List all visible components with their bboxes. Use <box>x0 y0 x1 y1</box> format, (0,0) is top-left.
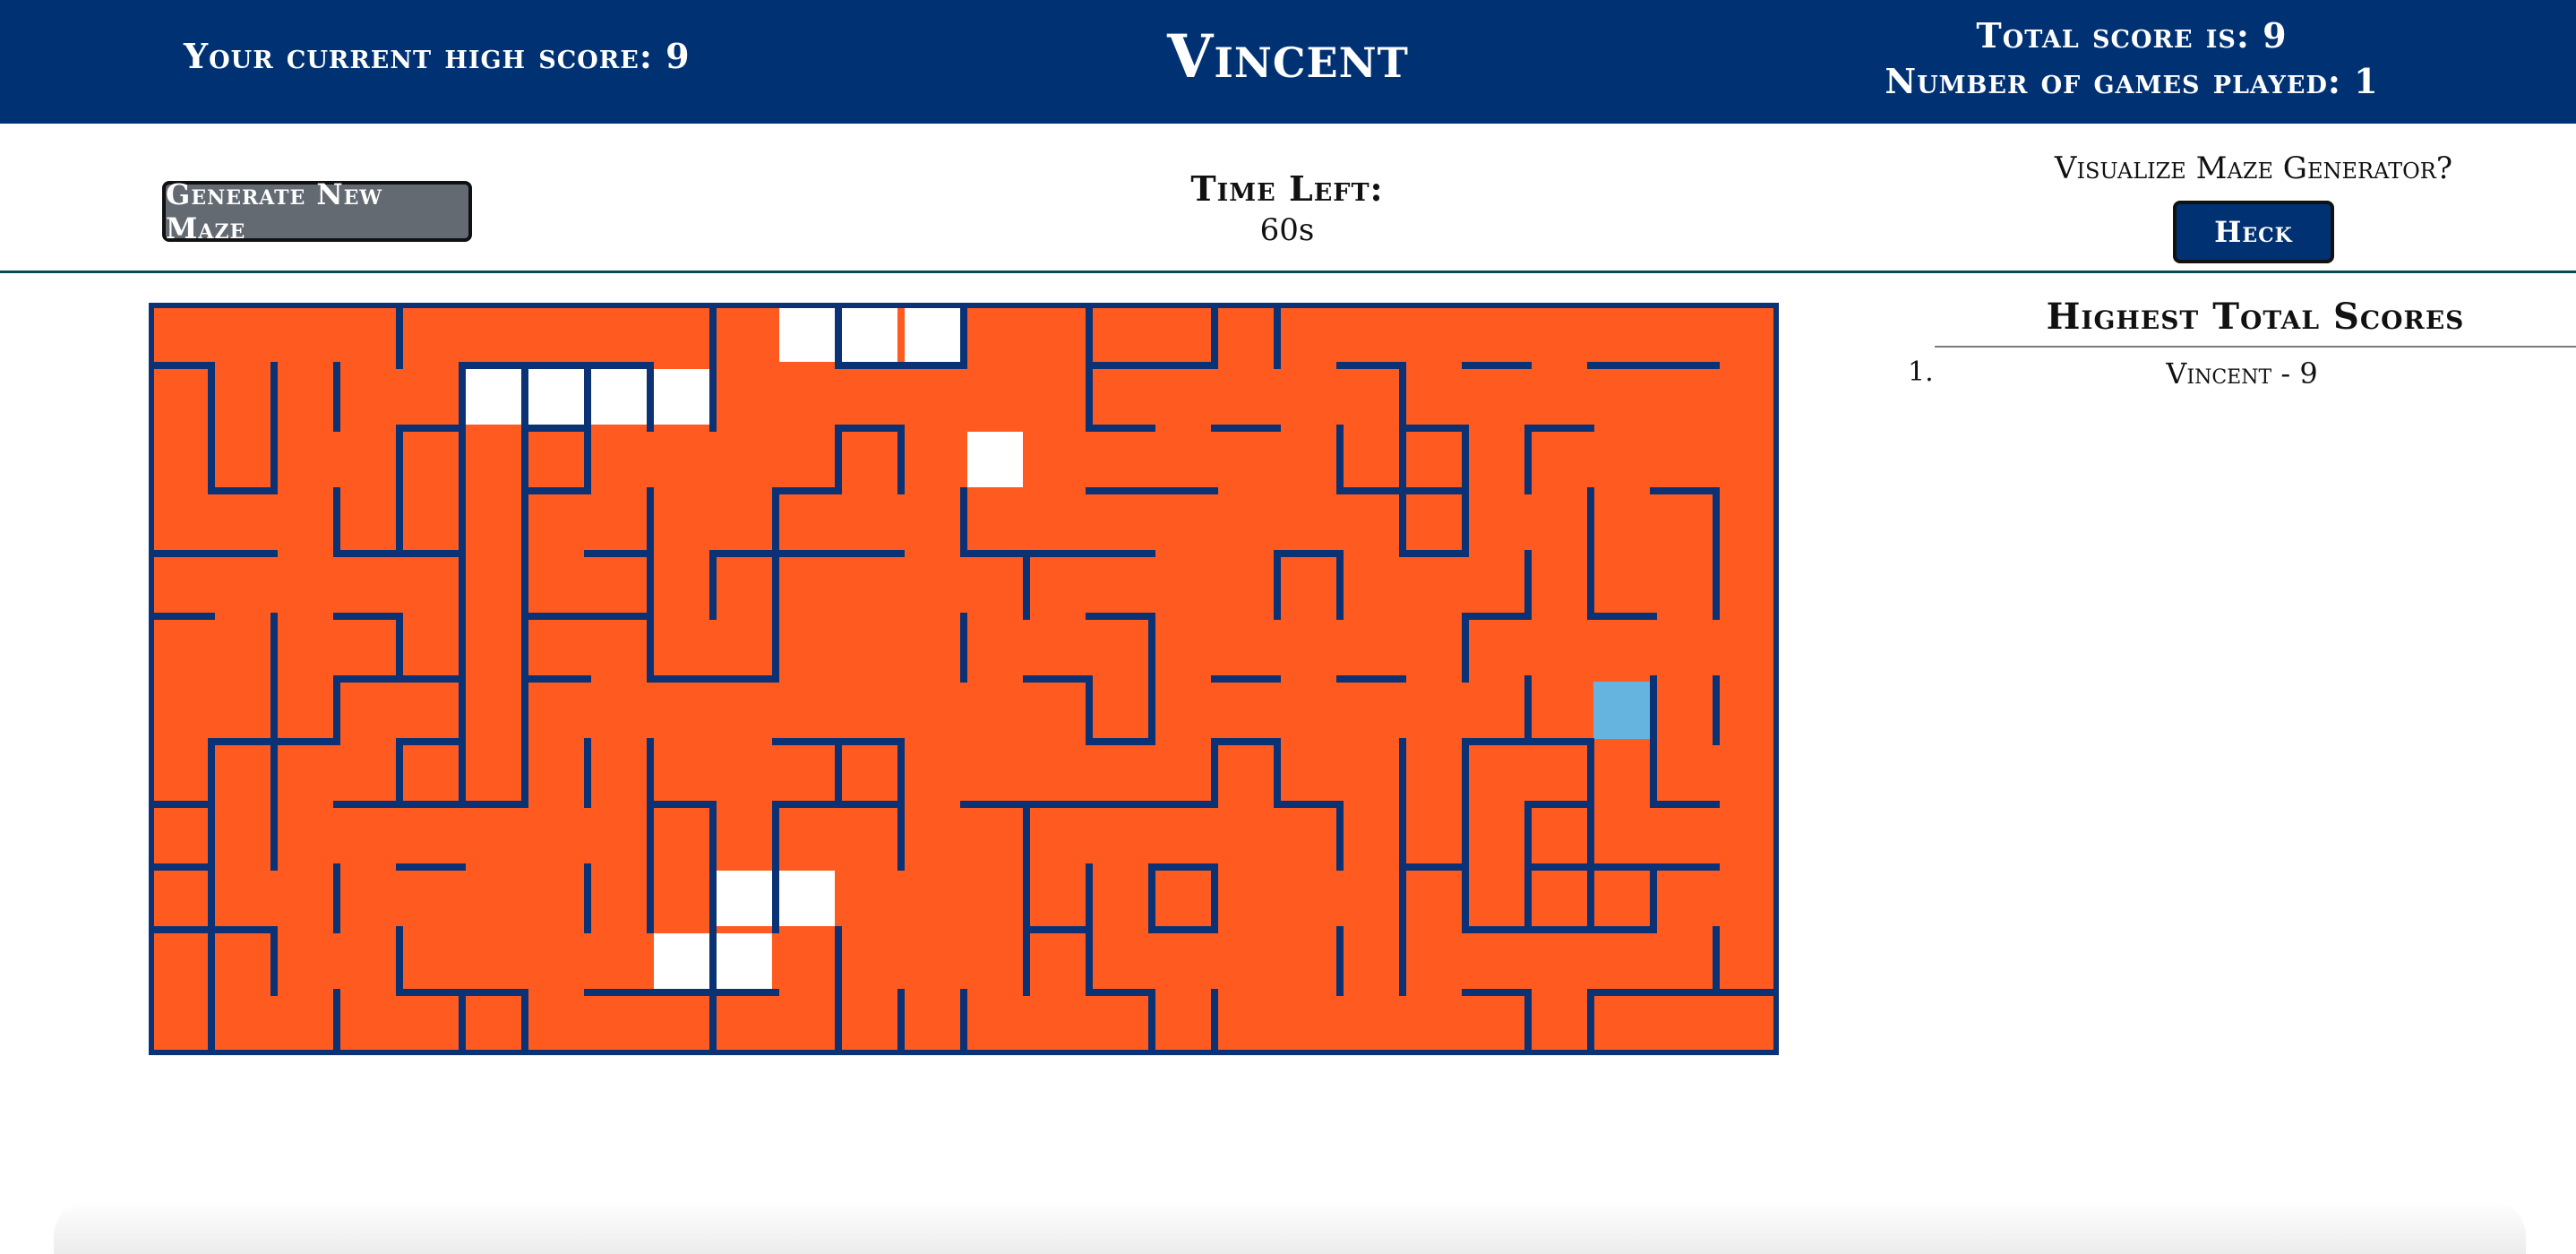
visualize-question: Visualize Maze Generator? <box>2054 150 2453 186</box>
visited-cell <box>466 369 521 425</box>
timer: Time Left: 60s <box>1103 168 1471 248</box>
heck-yes-button[interactable]: Heck Yes! <box>2173 201 2334 305</box>
visited-cell <box>717 871 772 926</box>
maze-board[interactable] <box>149 303 1779 1055</box>
visualize-panel: Visualize Maze Generator? Heck Yes! <box>1979 150 2528 305</box>
leaderboard-list: 1. Vincent - 9 <box>1908 351 2576 396</box>
visited-cell <box>779 306 835 362</box>
time-left-label: Time Left: <box>1190 168 1384 209</box>
time-left-value: 60s <box>1259 212 1315 248</box>
visited-cell <box>654 933 709 989</box>
visited-cell <box>654 369 709 425</box>
visited-cell <box>842 306 897 362</box>
leaderboard-title: Highest Total Scores <box>2046 296 2465 338</box>
total-score: Total score is: 9 <box>1976 15 2288 56</box>
header-bar: Your current high score: 9 Vincent Total… <box>0 0 2576 124</box>
games-played: Number of games played: 1 <box>1885 61 2379 101</box>
divider <box>0 271 2576 273</box>
visited-cell <box>717 933 772 989</box>
generate-maze-button[interactable]: Generate New Maze <box>162 177 472 245</box>
visited-cell <box>967 432 1023 487</box>
footer-shade <box>54 1200 2526 1254</box>
player-cell <box>1593 682 1651 739</box>
leaderboard-rule <box>1935 346 2576 348</box>
visited-cell <box>528 369 584 425</box>
entry-text: Vincent - 9 <box>2166 356 2318 391</box>
username: Vincent <box>1167 21 1409 91</box>
totals: Total score is: 9 Number of games played… <box>1863 13 2400 104</box>
visited-cell <box>779 871 835 926</box>
leaderboard: Highest Total Scores 1. Vincent - 9 <box>1908 296 2576 391</box>
leaderboard-entry: 1. Vincent - 9 <box>1908 351 2576 396</box>
visited-cell <box>905 306 960 362</box>
visited-cell <box>591 369 647 425</box>
